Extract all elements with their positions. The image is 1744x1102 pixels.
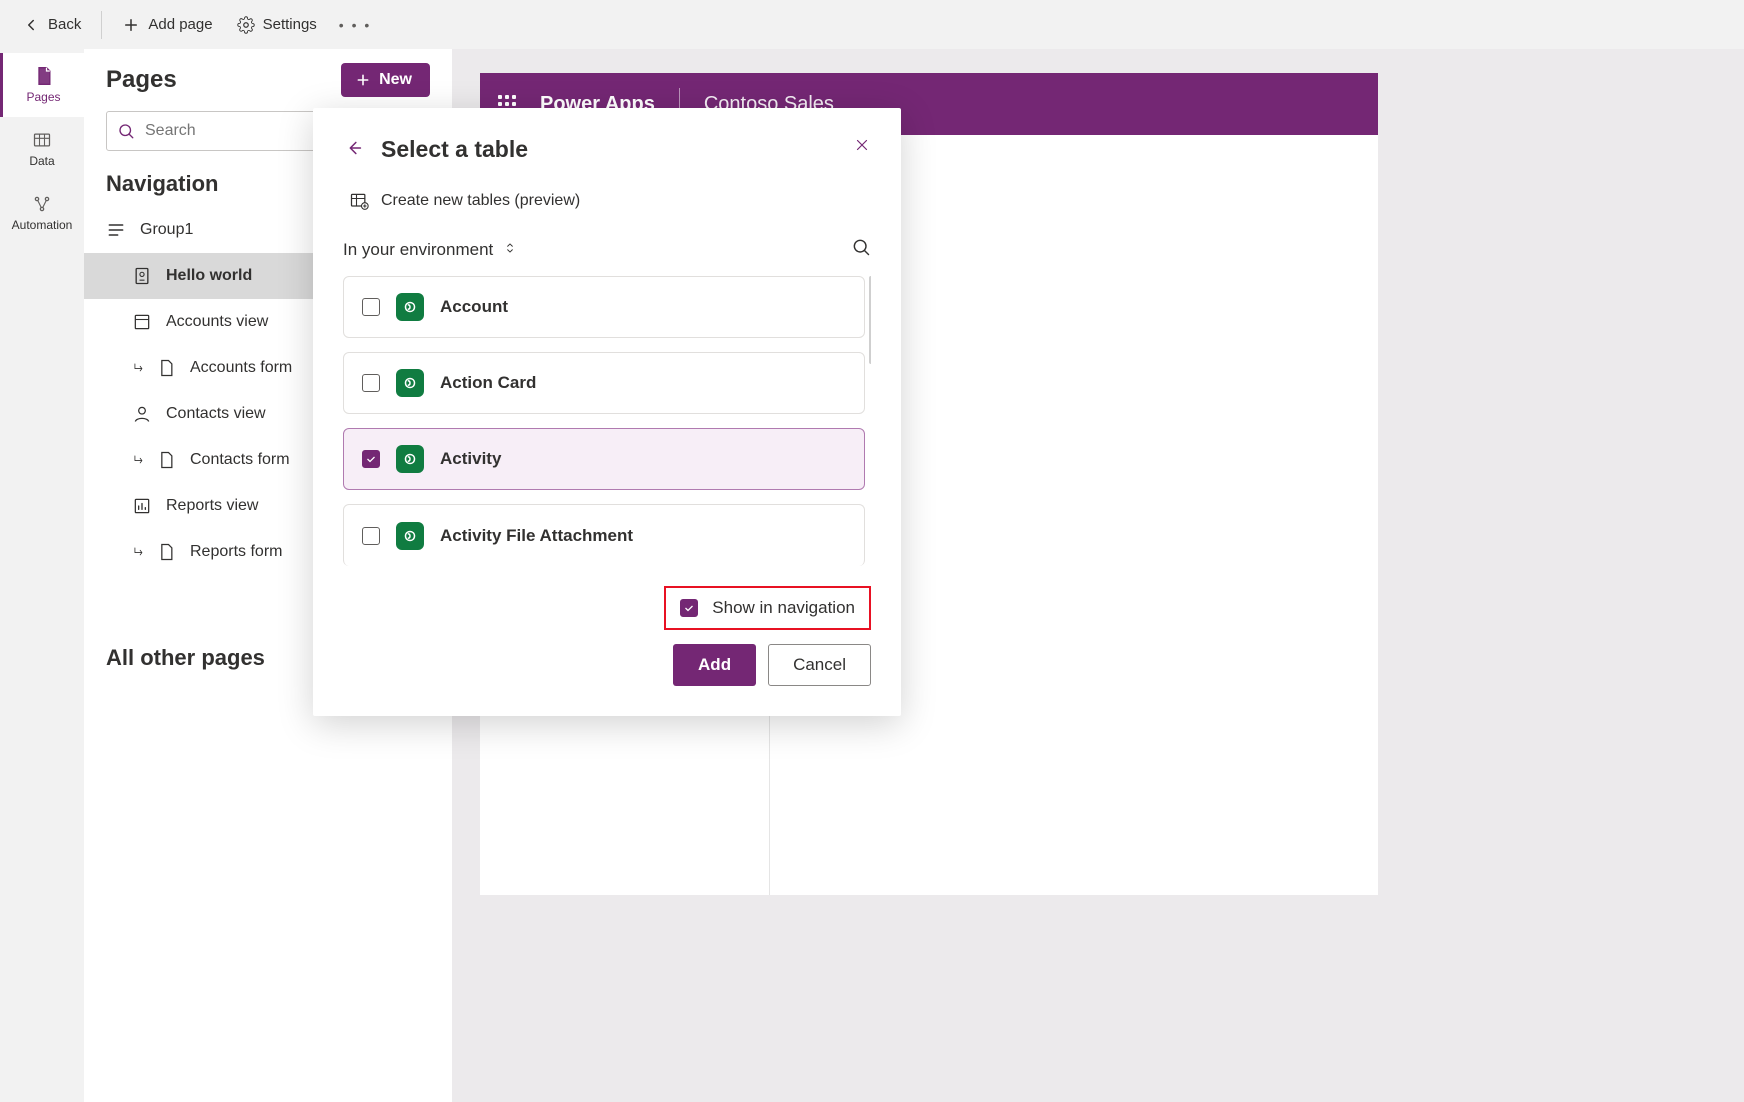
tree-group1-label: Group1 (140, 221, 193, 239)
table-row-account[interactable]: Account (343, 276, 865, 338)
search-icon (851, 237, 871, 257)
back-button[interactable]: Back (12, 10, 91, 40)
subitem-icon (132, 453, 146, 467)
view-icon (132, 312, 152, 332)
select-table-dialog: Select a table Create new tables (previe… (313, 108, 901, 716)
cancel-button[interactable]: Cancel (768, 644, 871, 686)
close-icon (853, 136, 871, 154)
sort-toggle[interactable] (503, 240, 517, 260)
flow-icon (32, 194, 52, 214)
tree-hello-world-label: Hello world (166, 267, 252, 285)
pages-title: Pages (106, 66, 177, 94)
checkbox[interactable] (362, 374, 380, 392)
dataverse-icon (396, 293, 424, 321)
tree-contacts-view-label: Contacts view (166, 405, 266, 423)
tree-contacts-form-label: Contacts form (190, 451, 290, 469)
checkbox-checked[interactable] (362, 450, 380, 468)
rail-automation[interactable]: Automation (0, 181, 84, 245)
tree-reports-form-label: Reports form (190, 543, 282, 561)
create-new-tables-label: Create new tables (preview) (381, 192, 580, 210)
left-rail: Pages Data Automation (0, 49, 84, 1102)
subitem-icon (132, 361, 146, 375)
table-row-activity[interactable]: Activity (343, 428, 865, 490)
arrow-left-icon (343, 137, 365, 159)
table-icon (32, 130, 52, 150)
tree-reports-view-label: Reports view (166, 497, 258, 515)
show-in-nav-label: Show in navigation (712, 598, 855, 618)
dialog-title: Select a table (381, 136, 528, 163)
create-new-tables[interactable]: Create new tables (preview) (349, 191, 871, 211)
new-label: New (379, 71, 412, 89)
arrow-left-icon (22, 16, 40, 34)
dataverse-icon (396, 445, 424, 473)
rail-data[interactable]: Data (0, 117, 84, 181)
table-row-action-card[interactable]: Action Card (343, 352, 865, 414)
search-icon (117, 122, 135, 140)
form-icon (156, 450, 176, 470)
chart-icon (132, 496, 152, 516)
custom-page-icon (132, 266, 152, 286)
plus-icon (122, 16, 140, 34)
form-icon (156, 358, 176, 378)
dialog-search-button[interactable] (851, 237, 871, 262)
environment-label: In your environment (343, 240, 493, 260)
divider (101, 11, 102, 39)
tree-accounts-form-label: Accounts form (190, 359, 292, 377)
command-bar: Back Add page Settings • • • (0, 0, 1744, 49)
dataverse-icon (396, 369, 424, 397)
settings-button[interactable]: Settings (227, 10, 327, 40)
checkbox[interactable] (362, 527, 380, 545)
add-page-label: Add page (148, 16, 212, 33)
add-page-button[interactable]: Add page (112, 10, 222, 40)
contact-icon (132, 404, 152, 424)
rail-data-label: Data (29, 154, 54, 168)
table-label: Activity File Attachment (440, 526, 633, 546)
table-label: Account (440, 297, 508, 317)
add-button[interactable]: Add (673, 644, 756, 686)
new-button[interactable]: New (341, 63, 430, 97)
rail-pages[interactable]: Pages (0, 53, 84, 117)
scrollbar-thumb[interactable] (869, 276, 871, 364)
rail-pages-label: Pages (26, 90, 60, 104)
table-plus-icon (349, 191, 369, 211)
group-icon (106, 220, 126, 240)
table-row-activity-file[interactable]: Activity File Attachment (343, 504, 865, 566)
page-icon (34, 66, 54, 86)
sort-icon (503, 241, 517, 255)
show-in-navigation-highlight: Show in navigation (664, 586, 871, 630)
dataverse-icon (396, 522, 424, 550)
back-label: Back (48, 16, 81, 33)
tree-accounts-view-label: Accounts view (166, 313, 268, 331)
plus-icon (355, 72, 371, 88)
subitem-icon (132, 545, 146, 559)
form-icon (156, 542, 176, 562)
table-label: Action Card (440, 373, 536, 393)
gear-icon (237, 16, 255, 34)
show-in-nav-checkbox[interactable] (680, 599, 698, 617)
table-list: Account Action Card Activity Activity Fi… (343, 276, 871, 566)
rail-automation-label: Automation (12, 218, 73, 232)
checkbox[interactable] (362, 298, 380, 316)
dialog-back-button[interactable] (343, 137, 365, 162)
settings-label: Settings (263, 16, 317, 33)
dialog-close-button[interactable] (853, 136, 871, 157)
table-label: Activity (440, 449, 501, 469)
more-button[interactable]: • • • (331, 11, 379, 39)
